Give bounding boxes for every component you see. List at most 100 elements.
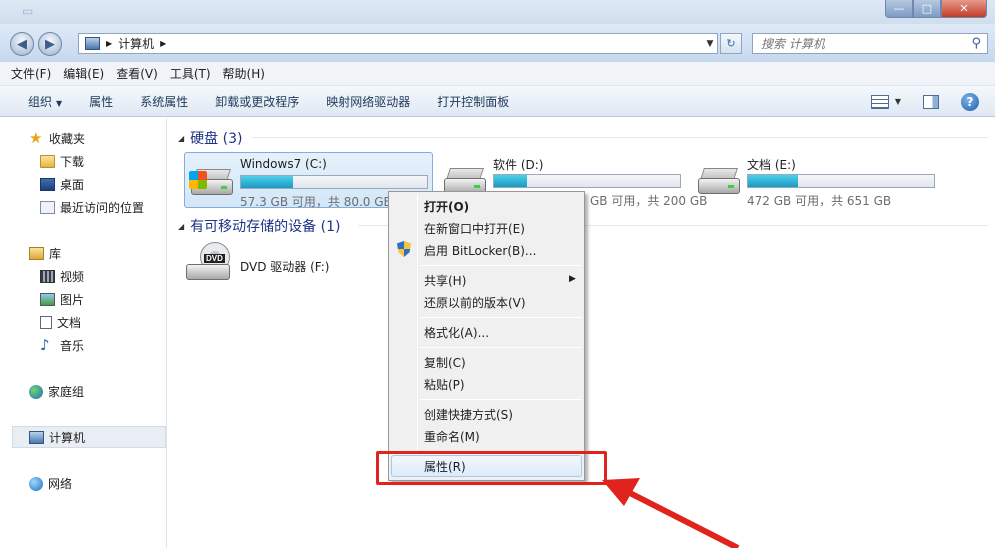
sidebar-label: 桌面	[60, 178, 85, 192]
sidebar-label: 最近访问的位置	[60, 201, 145, 215]
sidebar-item-recent[interactable]: 最近访问的位置	[40, 199, 144, 216]
menu-gutter	[417, 194, 418, 478]
breadcrumb-separator-icon: ▶	[106, 39, 113, 48]
uninstall-program-button[interactable]: 卸载或更改程序	[215, 93, 299, 110]
video-icon	[40, 270, 55, 283]
forward-arrow-icon: ▶	[45, 36, 55, 52]
sidebar-item-videos[interactable]: 视频	[40, 268, 84, 285]
menu-item-share[interactable]: 共享(H)	[424, 272, 466, 289]
drive-usage-bar	[240, 175, 428, 189]
system-properties-button[interactable]: 系统属性	[140, 93, 188, 110]
menu-help[interactable]: 帮助(H)	[223, 65, 265, 82]
sidebar-item-desktop[interactable]: 桌面	[40, 176, 84, 193]
back-button[interactable]: ◀	[10, 32, 34, 56]
forward-button[interactable]: ▶	[38, 32, 62, 56]
preview-pane-icon[interactable]	[923, 94, 939, 109]
menu-item-format[interactable]: 格式化(A)...	[424, 324, 489, 341]
properties-button[interactable]: 属性	[89, 93, 113, 110]
chevron-down-icon: ▼	[56, 98, 63, 108]
group-title: 硬盘 (3)	[190, 131, 243, 147]
menu-file[interactable]: 文件(F)	[11, 65, 51, 82]
menu-item-copy[interactable]: 复制(C)	[424, 354, 466, 371]
star-icon: ★	[29, 129, 43, 147]
library-icon	[29, 247, 44, 260]
sidebar-label: 文档	[57, 316, 82, 330]
sidebar-item-homegroup[interactable]: 家庭组	[29, 383, 84, 400]
sidebar-item-libraries[interactable]: 库	[29, 245, 61, 262]
hard-drive-icon	[696, 164, 742, 198]
recent-places-icon	[40, 201, 55, 214]
search-box[interactable]: ⚲	[752, 33, 988, 54]
dvd-drive-icon[interactable]: DVD	[186, 242, 232, 288]
sidebar-item-pictures[interactable]: 图片	[40, 291, 84, 308]
menu-item-open-new-window[interactable]: 在新窗口中打开(E)	[424, 220, 525, 237]
menu-item-paste[interactable]: 粘贴(P)	[424, 376, 465, 393]
sidebar-label: 家庭组	[48, 385, 85, 399]
search-input[interactable]	[761, 36, 961, 51]
search-icon[interactable]: ⚲	[971, 36, 981, 51]
sidebar-label: 图片	[60, 293, 85, 307]
drive-usage-bar	[747, 174, 935, 188]
collapse-triangle-icon[interactable]: ◢	[178, 222, 184, 231]
shield-icon	[397, 241, 411, 257]
sidebar-label: 收藏夹	[49, 132, 86, 146]
sidebar-item-network[interactable]: 网络	[29, 475, 72, 492]
menu-edit[interactable]: 编辑(E)	[63, 65, 104, 82]
window-controls: — □ ✕	[885, 0, 987, 18]
map-network-drive-button[interactable]: 映射网络驱动器	[326, 93, 410, 110]
group-divider	[252, 137, 988, 138]
sidebar-item-music[interactable]: ♪ 音乐	[40, 337, 84, 354]
back-arrow-icon: ◀	[17, 36, 27, 52]
view-options-icon[interactable]: ▼	[895, 97, 901, 106]
group-hard-disks[interactable]: ◢ 硬盘 (3)	[178, 128, 242, 148]
computer-icon	[29, 431, 44, 444]
organize-label: 组织	[28, 94, 53, 109]
sidebar-item-documents[interactable]: 文档	[40, 314, 81, 331]
drive-name: 软件 (D:)	[493, 158, 544, 172]
address-input[interactable]: ▶ 计算机 ▶	[78, 33, 718, 54]
sidebar-label: 视频	[60, 270, 85, 284]
change-view-icon[interactable]	[870, 94, 889, 109]
context-menu: 打开(O) 在新窗口中打开(E) 启用 BitLocker(B)... 共享(H…	[388, 191, 585, 481]
submenu-arrow-icon: ▶	[569, 274, 576, 284]
sidebar-item-computer[interactable]: 计算机	[29, 429, 85, 446]
menu-tools[interactable]: 工具(T)	[170, 65, 211, 82]
sidebar-item-favorites[interactable]: ★ 收藏夹	[29, 130, 85, 147]
menu-separator	[420, 265, 582, 266]
close-button[interactable]: ✕	[941, 0, 987, 18]
menu-item-create-shortcut[interactable]: 创建快捷方式(S)	[424, 406, 513, 423]
maximize-button[interactable]: □	[913, 0, 941, 18]
organize-button[interactable]: 组织 ▼	[28, 93, 62, 110]
sidebar-label: 音乐	[60, 339, 85, 353]
breadcrumb-chevron-icon[interactable]: ▶	[160, 39, 166, 48]
menu-item-rename[interactable]: 重命名(M)	[424, 428, 480, 445]
drive-e[interactable]: 文档 (E:) 472 GB 可用，共 651 GB	[692, 152, 942, 208]
view-controls: ▼ ?	[870, 86, 995, 117]
menu-separator	[420, 317, 582, 318]
address-dropdown-icon[interactable]: ▼	[702, 33, 718, 54]
help-icon[interactable]: ?	[961, 92, 979, 111]
drive-space-info: GB 可用，共 200 GB	[590, 194, 708, 208]
address-bar: ◀ ▶ ▶ 计算机 ▶ ▼ ↻ ⚲	[0, 24, 995, 62]
minimize-button[interactable]: —	[885, 0, 913, 18]
command-bar: 组织 ▼ 属性 系统属性 卸载或更改程序 映射网络驱动器 打开控制面板 ▼ ?	[0, 86, 995, 117]
sidebar-label: 库	[49, 247, 62, 261]
windows-logo-icon	[189, 171, 207, 189]
dvd-drive-name[interactable]: DVD 驱动器 (F:)	[240, 258, 330, 275]
menu-item-open[interactable]: 打开(O)	[424, 198, 469, 215]
menu-view[interactable]: 查看(V)	[116, 65, 158, 82]
homegroup-icon	[29, 384, 43, 399]
drive-name: Windows7 (C:)	[240, 157, 327, 171]
drive-usage-bar	[493, 174, 681, 188]
network-icon	[29, 476, 43, 491]
group-removable[interactable]: ◢ 有可移动存储的设备 (1)	[178, 216, 340, 236]
collapse-triangle-icon[interactable]: ◢	[178, 134, 184, 143]
menu-item-bitlocker[interactable]: 启用 BitLocker(B)...	[424, 242, 536, 259]
sidebar-item-downloads[interactable]: 下载	[40, 153, 84, 170]
open-control-panel-button[interactable]: 打开控制面板	[437, 93, 509, 110]
breadcrumb-computer[interactable]: 计算机	[118, 35, 154, 52]
title-bar: ▭ — □ ✕	[0, 0, 995, 24]
menu-item-restore-versions[interactable]: 还原以前的版本(V)	[424, 294, 526, 311]
sidebar-label: 网络	[48, 477, 73, 491]
refresh-button[interactable]: ↻	[720, 33, 742, 54]
